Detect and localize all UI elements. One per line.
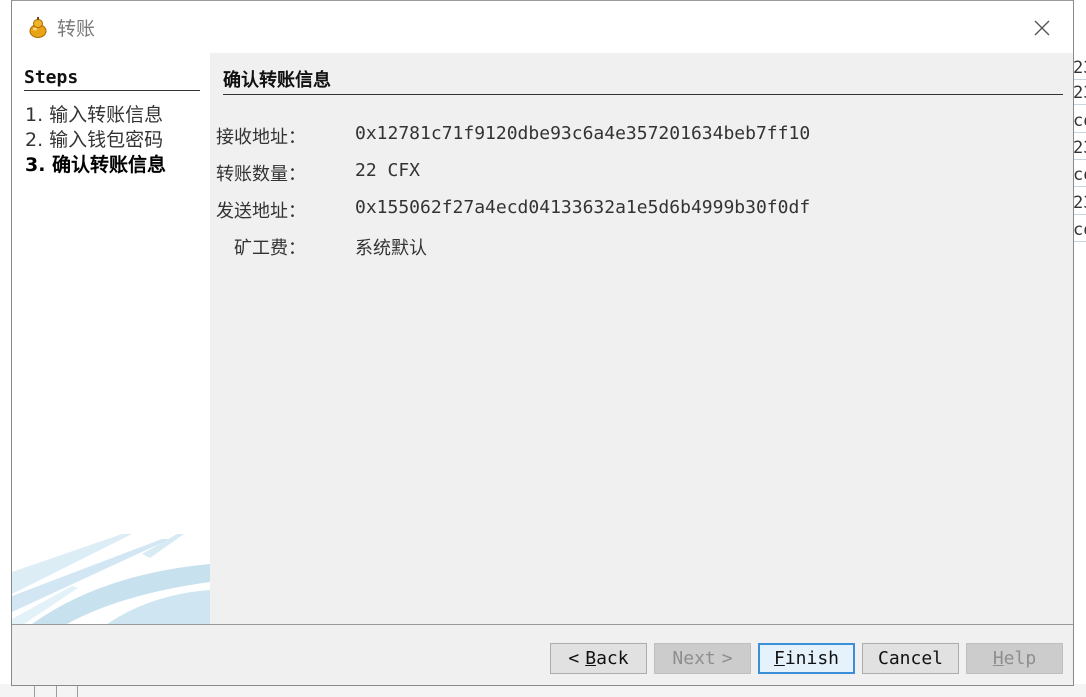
cancel-label: Cancel — [877, 648, 944, 669]
background-cell: 23 — [1073, 57, 1086, 80]
close-icon[interactable] — [1027, 13, 1057, 43]
background-cell: 23 — [1073, 82, 1086, 105]
background-cell: 23 — [1073, 137, 1086, 160]
next-button[interactable]: Next > — [654, 643, 751, 674]
background-cell: co — [1073, 110, 1086, 133]
back-button[interactable]: < Back — [550, 643, 647, 674]
receiver-address-value: 0x12781c71f9120dbe93c6a4e357201634beb7ff… — [355, 123, 811, 144]
back-mnemonic: B — [585, 648, 597, 669]
finish-label: inish — [784, 648, 840, 669]
help-button[interactable]: Help — [966, 643, 1063, 674]
background-cell: 23 — [1073, 192, 1086, 215]
steps-list: 1. 输入转账信息 2. 输入钱包密码 3. 确认转账信息 — [25, 103, 166, 178]
field-label: 矿工费： — [234, 238, 306, 259]
steps-panel: Steps 1. 输入转账信息 2. 输入钱包密码 3. 确认转账信息 — [12, 53, 210, 624]
step-item-active: 3. 确认转账信息 — [25, 154, 167, 176]
help-mnemonic: H — [992, 648, 1004, 669]
field-row-amount: 转账数量： 22 CFX — [210, 160, 1030, 186]
field-row-sender: 发送地址： 0x155062f27a4ecd04133632a1e5d6b499… — [210, 197, 1030, 223]
cancel-button[interactable]: Cancel — [862, 643, 959, 674]
footer-separator — [12, 624, 1073, 625]
background-cell: co — [1073, 164, 1086, 187]
title-bar[interactable]: 转账 — [12, 1, 1073, 53]
back-label: ack — [596, 648, 629, 669]
amount-value: 22 CFX — [355, 160, 421, 181]
field-label: 发送地址： — [216, 201, 306, 222]
sender-address-value: 0x155062f27a4ecd04133632a1e5d6b4999b30f0… — [355, 197, 811, 218]
step-item: 2. 输入钱包密码 — [25, 129, 164, 151]
field-label: 接收地址： — [216, 127, 306, 148]
field-row-receiver: 接收地址： 0x12781c71f9120dbe93c6a4e357201634… — [210, 123, 1030, 149]
decorative-swoosh-art — [12, 534, 210, 624]
field-row-fee: 矿工费： 系统默认 — [210, 234, 1030, 260]
miner-fee-value: 系统默认 — [355, 238, 427, 259]
window-title: 转账 — [57, 18, 96, 40]
chevron-left-icon: < — [568, 648, 580, 669]
content-panel: 确认转账信息 接收地址： 0x12781c71f9120dbe93c6a4e35… — [210, 53, 1073, 624]
finish-mnemonic: F — [773, 648, 785, 669]
transfer-dialog: 转账 Steps 1. 输入转账信息 2. 输入钱包密码 3. 确认转账信息 确… — [11, 0, 1074, 686]
gourd-app-icon — [28, 16, 48, 38]
field-label: 转账数量： — [216, 164, 306, 185]
steps-title: Steps — [24, 67, 200, 91]
step-item: 1. 输入转账信息 — [25, 104, 164, 126]
chevron-right-icon: > — [721, 648, 733, 669]
help-label: elp — [1003, 648, 1037, 669]
section-title: 确认转账信息 — [223, 66, 1063, 95]
background-cell: co — [1073, 219, 1086, 242]
finish-button[interactable]: Finish — [758, 643, 855, 674]
next-label: Next — [672, 648, 716, 669]
